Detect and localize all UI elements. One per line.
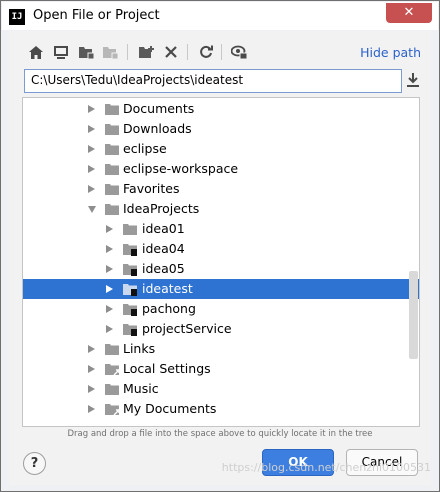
folder-icon	[105, 124, 119, 135]
folder-icon	[105, 384, 119, 395]
expand-right-arrow-icon[interactable]	[106, 305, 113, 313]
path-input[interactable]: C:\Users\Tedu\IdeaProjects\ideatest	[24, 69, 402, 93]
expand-right-arrow-icon[interactable]	[88, 165, 95, 173]
tree-row[interactable]: ideatest	[23, 279, 419, 299]
tree-row[interactable]: eclipse	[23, 139, 419, 159]
tree-item-label: eclipse-workspace	[123, 161, 239, 176]
close-button[interactable]: ✕	[386, 3, 432, 23]
dialog-content: Hide path C:\Users\Tedu\IdeaProjects\ide…	[9, 31, 431, 485]
tree-item-label: Music	[123, 381, 159, 396]
tree-row[interactable]: Local Settings	[23, 359, 419, 379]
expand-right-arrow-icon[interactable]	[106, 325, 113, 333]
folder-icon	[105, 164, 119, 175]
refresh-icon[interactable]	[195, 41, 217, 63]
expand-right-arrow-icon[interactable]	[106, 245, 113, 253]
expand-right-arrow-icon[interactable]	[88, 405, 95, 413]
tree-row[interactable]: Downloads	[23, 119, 419, 139]
tree-row[interactable]: Favorites	[23, 179, 419, 199]
toolbar-separator	[221, 44, 222, 60]
folder-icon	[105, 144, 119, 155]
expand-right-arrow-icon[interactable]	[88, 385, 95, 393]
watermark: https://blog.csdn.net/chenzhi0100531	[221, 461, 431, 474]
project-folder-icon	[123, 284, 137, 296]
new-folder-icon[interactable]	[135, 41, 157, 63]
dialog-title: Open File or Project	[33, 8, 160, 23]
title-bar: IJ Open File or Project ✕	[2, 2, 438, 30]
tree-row[interactable]: Documents	[23, 99, 419, 119]
project-folder-icon	[123, 244, 137, 256]
shortcut-folder-icon	[105, 404, 120, 416]
tree-item-label: Favorites	[123, 181, 180, 196]
expand-right-arrow-icon[interactable]	[88, 125, 95, 133]
home-icon[interactable]	[25, 41, 47, 63]
project-folder-icon	[123, 304, 137, 316]
tree-item-label: pachong	[142, 301, 196, 316]
tree-row[interactable]: projectService	[23, 319, 419, 339]
tree-row[interactable]: pachong	[23, 299, 419, 319]
tree-item-label: projectService	[142, 321, 232, 336]
tree-item-label: Local Settings	[123, 361, 211, 376]
expand-right-arrow-icon[interactable]	[88, 145, 95, 153]
tree-item-label: eclipse	[123, 141, 167, 156]
hide-path-link[interactable]: Hide path	[360, 45, 421, 60]
tree-row[interactable]: eclipse-workspace	[23, 159, 419, 179]
tree-row[interactable]: Links	[23, 339, 419, 359]
tree-item-label: idea01	[142, 221, 185, 236]
tree-item-label: idea04	[142, 241, 185, 256]
dialog-window: IJ Open File or Project ✕ Hide path C:\U…	[0, 0, 440, 492]
delete-icon[interactable]	[160, 41, 182, 63]
tree-row[interactable]: idea05	[23, 259, 419, 279]
tree-item-label: ideatest	[142, 281, 193, 296]
help-button[interactable]: ?	[23, 452, 46, 475]
folder-icon	[105, 344, 119, 355]
folder-icon	[123, 224, 137, 235]
module-folder-icon[interactable]	[99, 41, 121, 63]
tree-row[interactable]: idea04	[23, 239, 419, 259]
shortcut-folder-icon	[105, 364, 120, 376]
tree-item-label: Downloads	[123, 121, 192, 136]
tree-item-label: IdeaProjects	[123, 201, 200, 216]
project-folder-icon	[123, 264, 137, 276]
show-hidden-icon[interactable]	[228, 41, 250, 63]
download-icon[interactable]	[405, 72, 423, 90]
tree-item-label: idea05	[142, 261, 185, 276]
tree-row[interactable]: IdeaProjects	[23, 199, 419, 219]
expand-right-arrow-icon[interactable]	[106, 265, 113, 273]
file-tree[interactable]: Documents Downloads eclipse eclipse-workspa…	[22, 97, 420, 427]
expand-right-arrow-icon[interactable]	[106, 225, 113, 233]
folder-icon	[105, 104, 119, 115]
toolbar-separator	[127, 44, 128, 60]
expand-right-arrow-icon[interactable]	[88, 345, 95, 353]
intellij-logo-icon: IJ	[9, 9, 25, 25]
expand-right-arrow-icon[interactable]	[88, 365, 95, 373]
expand-right-arrow-icon[interactable]	[88, 105, 95, 113]
tree-item-label: Documents	[123, 101, 195, 116]
tree-item-label: My Documents	[123, 401, 217, 416]
project-folder-icon[interactable]	[75, 41, 97, 63]
drag-drop-hint: Drag and drop a file into the space abov…	[67, 429, 373, 439]
expand-right-arrow-icon[interactable]	[106, 285, 113, 293]
toolbar: Hide path	[9, 39, 431, 65]
desktop-icon[interactable]	[50, 41, 72, 63]
tree-row[interactable]: My Documents	[23, 399, 419, 419]
project-folder-icon	[123, 324, 137, 336]
scrollbar-thumb[interactable]	[409, 271, 418, 359]
tree-row[interactable]: idea01	[23, 219, 419, 239]
toolbar-separator	[187, 44, 188, 60]
folder-icon	[105, 204, 119, 215]
folder-icon	[105, 184, 119, 195]
expand-down-arrow-icon[interactable]	[88, 206, 96, 213]
tree-row[interactable]: Music	[23, 379, 419, 399]
expand-right-arrow-icon[interactable]	[88, 185, 95, 193]
tree-item-label: Links	[123, 341, 156, 356]
